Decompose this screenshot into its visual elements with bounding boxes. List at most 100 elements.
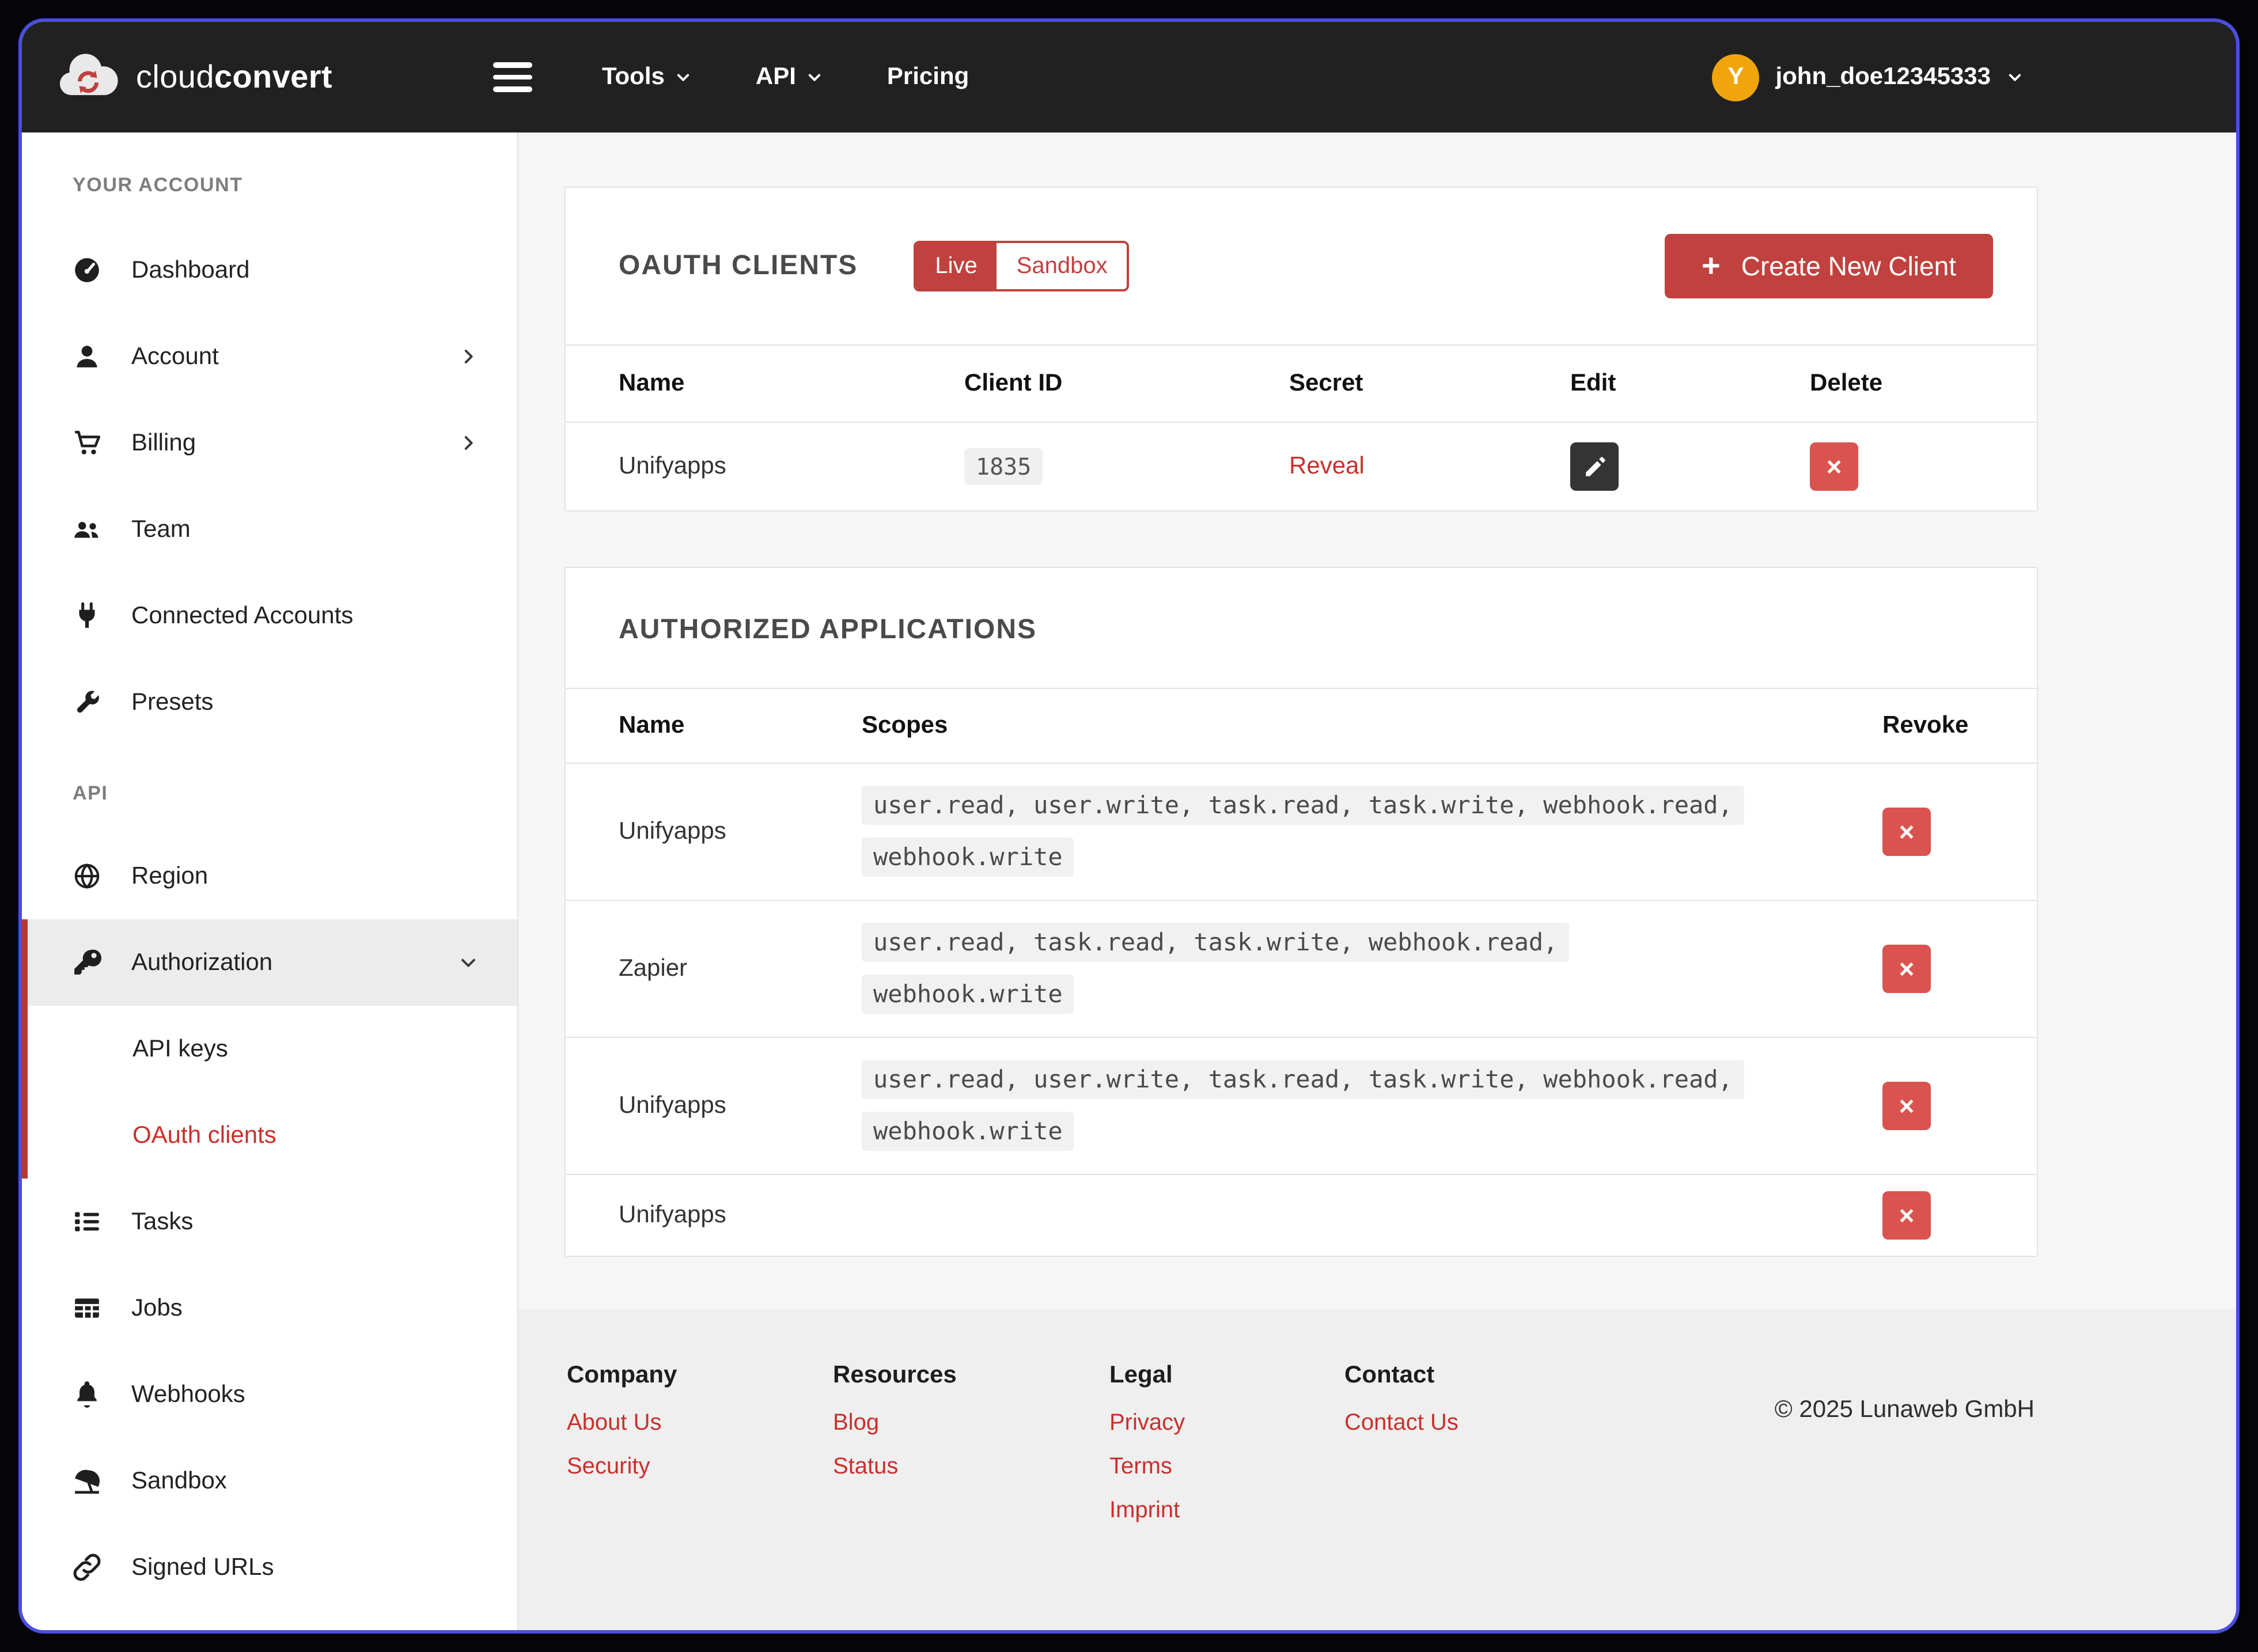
app-scopes: user.read, task.read, task.write, webhoo… [862, 917, 1772, 1021]
nav-pricing-link[interactable]: Pricing [887, 63, 969, 91]
nav-api-dropdown[interactable]: API [756, 63, 823, 91]
chevron-down-icon [675, 69, 691, 85]
app-name: Unifyapps [566, 1092, 862, 1120]
column-header-name: Name [566, 370, 964, 397]
main-nav: Tools API Pricing [602, 63, 969, 91]
sidebar-label: Connected Accounts [131, 602, 353, 630]
app-scopes: user.read, user.write, task.read, task.w… [862, 780, 1772, 884]
umbrella-icon [73, 1467, 101, 1495]
footer: Company About Us Security Resources Blog… [518, 1309, 2236, 1630]
footer-column-resources: Resources Blog Status [833, 1362, 1109, 1596]
user-icon [73, 342, 101, 371]
sidebar-item-signed-urls[interactable]: Signed URLs [22, 1524, 517, 1611]
table-icon [73, 1294, 101, 1323]
footer-link-status[interactable]: Status [833, 1454, 1109, 1480]
footer-column-contact: Contact Contact Us [1344, 1362, 1626, 1596]
env-live-button[interactable]: Live [915, 243, 997, 289]
revoke-button[interactable]: × [1882, 1191, 1931, 1240]
nav-tools-label: Tools [602, 63, 665, 91]
scopes-code: user.read, user.write, task.read, task.w… [862, 1060, 1744, 1151]
sidebar-item-tasks[interactable]: Tasks [22, 1179, 517, 1265]
app-window: cloudconvert Tools API Pricing Y john_do [18, 18, 2240, 1634]
tasks-icon [73, 1207, 101, 1236]
oauth-clients-title: OAUTH CLIENTS [619, 250, 858, 282]
top-navbar: cloudconvert Tools API Pricing Y john_do [22, 22, 2236, 132]
footer-link-terms[interactable]: Terms [1109, 1454, 1344, 1480]
sidebar-item-sandbox[interactable]: Sandbox [22, 1438, 517, 1524]
scopes-code: user.read, task.read, task.write, webhoo… [862, 923, 1569, 1014]
app-name: Zapier [566, 955, 862, 983]
close-icon: × [1899, 1090, 1915, 1121]
sidebar-label: Dashboard [131, 256, 249, 284]
reveal-secret-link[interactable]: Reveal [1289, 453, 1365, 479]
sidebar-label: Authorization [131, 949, 272, 976]
sidebar-item-presets[interactable]: Presets [22, 659, 517, 745]
scroll-area: OAUTH CLIENTS Live Sandbox + Create New … [518, 132, 2236, 1309]
sidebar-item-region[interactable]: Region [22, 833, 517, 919]
sidebar-item-team[interactable]: Team [22, 486, 517, 573]
app-name: Unifyapps [566, 1202, 862, 1229]
sidebar-item-jobs[interactable]: Jobs [22, 1265, 517, 1351]
create-new-client-label: Create New Client [1741, 251, 1956, 282]
sidebar-label: Tasks [131, 1208, 193, 1236]
globe-icon [73, 862, 101, 891]
sidebar-item-authorization[interactable]: Authorization [22, 919, 517, 1006]
chevron-down-icon [2007, 69, 2023, 85]
sidebar-section-api: API [22, 782, 517, 805]
user-menu[interactable]: Y john_doe12345333 [1712, 54, 2023, 101]
footer-link-security[interactable]: Security [567, 1454, 833, 1480]
chevron-right-icon [459, 433, 478, 453]
username: john_doe12345333 [1775, 63, 1991, 91]
footer-link-contact-us[interactable]: Contact Us [1344, 1410, 1626, 1437]
authorized-apps-card: AUTHORIZED APPLICATIONS Name Scopes Revo… [564, 567, 2038, 1257]
sidebar-label: API keys [132, 1035, 228, 1063]
sidebar-label: Signed URLs [131, 1554, 274, 1581]
oauth-clients-card: OAUTH CLIENTS Live Sandbox + Create New … [564, 187, 2038, 511]
sidebar-item-billing[interactable]: Billing [22, 400, 517, 486]
wrench-icon [73, 688, 101, 717]
column-header-client-id: Client ID [964, 370, 1289, 397]
cloudconvert-logo-icon [55, 53, 120, 101]
chevron-right-icon [459, 347, 478, 366]
footer-link-blog[interactable]: Blog [833, 1410, 1109, 1437]
scopes-code: user.read, user.write, task.read, task.w… [862, 786, 1744, 877]
chevron-down-icon [459, 953, 478, 972]
close-icon: × [1899, 1200, 1915, 1231]
revoke-button[interactable]: × [1882, 808, 1931, 856]
sidebar-subitem-api-keys[interactable]: API keys [22, 1006, 517, 1092]
sidebar-label: Presets [131, 688, 213, 716]
footer-link-imprint[interactable]: Imprint [1109, 1498, 1344, 1524]
sidebar-label: Region [131, 862, 208, 890]
footer-link-privacy[interactable]: Privacy [1109, 1410, 1344, 1437]
hamburger-menu-icon[interactable] [494, 63, 533, 92]
close-icon: × [1899, 816, 1915, 847]
cart-icon [73, 429, 101, 457]
create-new-client-button[interactable]: + Create New Client [1665, 234, 1993, 298]
oauth-client-row: Unifyapps 1835 Reveal × [566, 422, 2037, 510]
delete-client-button[interactable]: × [1810, 442, 1858, 491]
revoke-button[interactable]: × [1882, 1082, 1931, 1130]
revoke-button[interactable]: × [1882, 945, 1931, 993]
sidebar-item-account[interactable]: Account [22, 313, 517, 400]
sidebar-item-dashboard[interactable]: Dashboard [22, 227, 517, 313]
brand-logo[interactable]: cloudconvert [55, 53, 332, 101]
team-icon [73, 515, 101, 544]
sidebar-item-webhooks[interactable]: Webhooks [22, 1351, 517, 1438]
footer-copyright: © 2025 Lunaweb GmbH [1775, 1396, 2035, 1596]
nav-pricing-label: Pricing [887, 63, 969, 91]
oauth-table-header: Name Client ID Secret Edit Delete [566, 344, 2037, 422]
footer-column-legal: Legal Privacy Terms Imprint [1109, 1362, 1344, 1596]
client-id-value: 1835 [964, 448, 1043, 484]
nav-api-label: API [756, 63, 796, 91]
edit-client-button[interactable] [1570, 442, 1619, 491]
env-sandbox-button[interactable]: Sandbox [997, 243, 1127, 289]
nav-tools-dropdown[interactable]: Tools [602, 63, 691, 91]
sidebar-item-connected-accounts[interactable]: Connected Accounts [22, 573, 517, 659]
brand-name: cloudconvert [136, 59, 332, 96]
plus-icon: + [1702, 250, 1721, 282]
app-scopes: user.read, user.write, task.read, task.w… [862, 1054, 1772, 1158]
footer-link-about-us[interactable]: About Us [567, 1410, 833, 1437]
sidebar-subitem-oauth-clients[interactable]: OAuth clients [22, 1092, 517, 1179]
column-header-edit: Edit [1570, 370, 1810, 397]
sidebar-label: Webhooks [131, 1381, 245, 1408]
